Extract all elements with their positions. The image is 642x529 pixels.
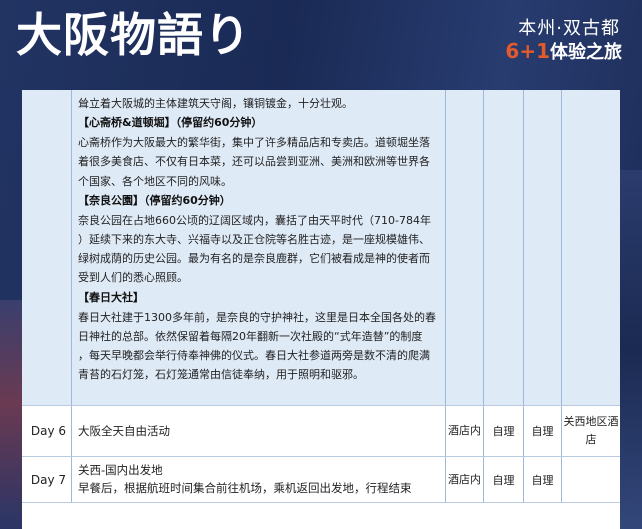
itinerary-panel: 耸立着大阪城的主体建筑天守阁，镶铜镀金，十分壮观。 【心斋桥&道顿堀】（停留约6… [22, 90, 620, 529]
day-title: 大阪全天自由活动 [78, 424, 170, 438]
day-cell: Day 6 [22, 406, 72, 456]
subtitle-accent: 6+1 [505, 39, 550, 63]
page-title: 大阪物語り [16, 8, 251, 62]
desc-line: ）延续下来的东大寺、兴福寺以及正仓院等名胜古迹，是一座规模雄伟、 [78, 233, 430, 247]
hotel-cell [562, 457, 620, 502]
desc-line: ，每天早晚都会举行侍奉神佛的仪式。春日大社参道两旁是数不清的爬满 [78, 349, 430, 363]
day-cell [22, 90, 72, 405]
breakfast-cell: 酒店内 [446, 457, 484, 502]
section-heading: 【奈良公園】（停留约60分钟） [78, 193, 231, 207]
desc-line: 个国家、各个地区不同的风味。 [78, 174, 232, 188]
dinner-cell [524, 90, 562, 405]
description-cell: 大阪全天自由活动 [72, 406, 446, 456]
left-decoration [0, 300, 22, 529]
desc-line: 春日大社建于1300多年前，是奈良的守护神社，这里是日本全国各处的春 [78, 310, 436, 324]
day-title: 关西-国内出发地 [78, 463, 163, 477]
subtitle-route: 本州·双古都 [518, 18, 620, 39]
desc-line: 耸立着大阪城的主体建筑天守阁，镶铜镀金，十分壮观。 [78, 97, 353, 110]
description-cell: 关西-国内出发地 早餐后，根据航班时间集合前往机场，乘机返回出发地，行程结束 [72, 457, 446, 502]
lunch-cell: 自理 [484, 457, 524, 502]
table-row: Day 7 关西-国内出发地 早餐后，根据航班时间集合前往机场，乘机返回出发地，… [22, 457, 620, 503]
day-cell: Day 7 [22, 457, 72, 502]
hotel-cell [562, 90, 620, 405]
dinner-cell: 自理 [524, 457, 562, 502]
table-row: 耸立着大阪城的主体建筑天守阁，镶铜镀金，十分壮观。 【心斋桥&道顿堀】（停留约6… [22, 90, 620, 406]
breakfast-cell [446, 90, 484, 405]
lunch-cell [484, 90, 524, 405]
desc-line: 着很多美食店、不仅有日本菜，还可以品尝到亚洲、美洲和欧洲等世界各 [78, 155, 430, 169]
subtitle-tour: 6+1体验之旅 [505, 38, 622, 64]
right-decoration [618, 170, 642, 529]
section-heading: 【春日大社】 [78, 290, 144, 304]
desc-line: 绿树成荫的历史公园。最为有名的是奈良鹿群，它们被看成是神的使者而 [78, 252, 430, 266]
desc-line: 青苔的石灯笼，石灯笼通常由信徒奉纳，用于照明和驱邪。 [78, 368, 364, 382]
table-row: Day 6 大阪全天自由活动 酒店内 自理 自理 关西地区酒店 [22, 406, 620, 457]
desc-line: 受到人们的悉心照顾。 [78, 271, 188, 285]
page-header: 大阪物語り 本州·双古都 6+1体验之旅 [0, 0, 642, 90]
description-cell: 耸立着大阪城的主体建筑天守阁，镶铜镀金，十分壮观。 【心斋桥&道顿堀】（停留约6… [72, 90, 446, 405]
subtitle-rest: 体验之旅 [550, 42, 622, 63]
itinerary-table: 耸立着大阪城的主体建筑天守阁，镶铜镀金，十分壮观。 【心斋桥&道顿堀】（停留约6… [22, 90, 620, 503]
hotel-cell: 关西地区酒店 [563, 415, 619, 446]
lunch-cell: 自理 [484, 406, 524, 456]
dinner-cell: 自理 [524, 406, 562, 456]
desc-line: 心斋桥作为大阪最大的繁华街，集中了许多精品店和专卖店。道顿堀坐落 [78, 136, 430, 150]
day-detail: 早餐后，根据航班时间集合前往机场，乘机返回出发地，行程结束 [78, 481, 412, 495]
section-heading: 【心斋桥&道顿堀】（停留约60分钟） [78, 116, 263, 130]
desc-line: 奈良公园在占地660公顷的辽阔区域内，囊括了由天平时代（710-784年 [78, 213, 431, 227]
breakfast-cell: 酒店内 [446, 406, 484, 456]
desc-line: 日神社的总部。依然保留着每隔20年翻新一次社殿的“式年造替”的制度 [78, 329, 423, 343]
